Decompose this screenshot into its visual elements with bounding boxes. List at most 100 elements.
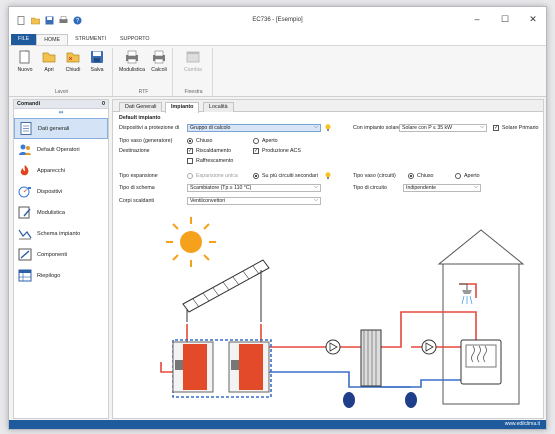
pump-2 <box>421 339 437 355</box>
group-label-finestra: Finestra <box>184 89 203 95</box>
apri-button[interactable]: Apri <box>37 50 61 73</box>
salva-button[interactable]: Salva <box>85 50 109 73</box>
close-icon[interactable]: ✕ <box>526 13 540 25</box>
maximize-icon[interactable]: ☐ <box>498 13 512 25</box>
solare-primario-label: Solare Primario <box>502 125 539 131</box>
component-icon <box>18 248 32 261</box>
nav-componenti[interactable]: Componenti <box>14 244 108 265</box>
expansion-vessel-2 <box>405 392 417 408</box>
pump-1 <box>325 339 341 355</box>
sun-icon <box>166 217 216 267</box>
group-lavori: Nuovo Apri Chiudi Salva Lavori <box>11 48 113 96</box>
nav-apparecchi[interactable]: Apparecchi <box>14 160 108 181</box>
solare-select[interactable]: Solare con P ≤ 35 kW <box>399 124 487 132</box>
tipo-schema-label: Tipo di schema <box>119 185 155 191</box>
nav-riepilogo[interactable]: Riepilogo <box>14 265 108 286</box>
minimize-icon[interactable]: – <box>470 13 484 25</box>
main-panel: Dati Generali Impianto Località Default … <box>112 99 544 419</box>
users-icon <box>18 143 32 156</box>
status-bar: www.edilclima.it <box>9 420 546 429</box>
window-title: EC736 - [Esempio] <box>252 17 303 23</box>
chiudi-button[interactable]: Chiudi <box>61 50 85 73</box>
con-impianto-solare-label: Con impianto solare <box>353 125 401 131</box>
chart-icon <box>18 227 32 240</box>
nav-dati-generali[interactable]: Dati generali <box>14 118 108 139</box>
windows-switch-icon <box>186 50 200 64</box>
tab-supporto[interactable]: SUPPORTO <box>113 34 157 45</box>
produzione-acs-checkbox[interactable]: ✓ <box>253 148 259 154</box>
boiler-2 <box>228 341 270 393</box>
cambia-button[interactable]: Cambia <box>181 50 205 73</box>
printer-icon <box>152 50 166 64</box>
nav-schema-impianto[interactable]: Schema impianto <box>14 223 108 244</box>
plant-schematic <box>160 217 525 408</box>
printer-icon <box>125 50 139 64</box>
vaso-circ-chiuso-radio[interactable] <box>408 173 414 179</box>
destinazione-label: Destinazione <box>119 148 150 154</box>
tipo-circuito-select[interactable]: Indipendente <box>403 184 481 192</box>
table-icon <box>18 269 32 282</box>
boiler-1 <box>172 341 214 393</box>
vaso-circ-aperto-radio[interactable] <box>455 173 461 179</box>
floppy-icon <box>90 50 104 64</box>
tipo-circuito-label: Tipo di circuito <box>353 185 387 191</box>
nuovo-button[interactable]: Nuovo <box>13 50 37 73</box>
impianto-form: Default impianto Dispositivi a protezion… <box>113 112 543 210</box>
nav-modulistica[interactable]: Modulistica <box>14 202 108 223</box>
tab-home[interactable]: HOME <box>36 34 69 45</box>
tipo-espansione-label: Tipo espansione <box>119 173 158 179</box>
su-piu-circuiti-label: Su più circuiti secondari <box>262 173 318 179</box>
pin-icon[interactable]: ⇹ <box>14 109 108 118</box>
vaso-gen-aperto-radio[interactable] <box>253 138 259 144</box>
modulistica-button[interactable]: Modulistica <box>119 50 145 73</box>
tab-strumenti[interactable]: STRUMENTI <box>68 34 113 45</box>
group-finestra: Cambia Finestra <box>175 48 213 96</box>
fan-coil-unit <box>460 339 502 385</box>
expansion-vessel-1 <box>343 392 355 408</box>
page-tabs: Dati Generali Impianto Località <box>113 100 543 113</box>
doc-icon <box>19 122 33 135</box>
tipo-vaso-generatore-label: Tipo vaso (generatore) <box>119 138 173 144</box>
solar-collector <box>182 259 270 322</box>
solare-primario-checkbox[interactable]: ✓ <box>493 125 499 131</box>
nav-default-operatori[interactable]: Default Operatori <box>14 139 108 160</box>
vaso-gen-aperto-label: Aperto <box>262 138 278 144</box>
espansione-unica-label: Espansione unica <box>196 173 238 179</box>
nav-dispositivi[interactable]: Dispositivi <box>14 181 108 202</box>
group-label-lavori: Lavori <box>54 89 69 95</box>
lightbulb-icon[interactable] <box>325 172 331 179</box>
ribbon: Nuovo Apri Chiudi Salva Lavori Modulisti… <box>9 45 546 97</box>
tab-file[interactable]: FILE <box>11 34 37 45</box>
tab-localita[interactable]: Località <box>203 102 234 112</box>
tipo-schema-select[interactable]: Scambiatore (Tp ≥ 110 °C) <box>187 184 321 192</box>
heat-exchanger <box>360 329 382 387</box>
gauge-icon <box>18 185 32 198</box>
vaso-gen-chiuso-radio[interactable] <box>187 138 193 144</box>
espansione-unica-radio[interactable] <box>187 173 193 179</box>
group-label-rtf: RTF <box>138 89 149 95</box>
vaso-circ-aperto-label: Aperto <box>464 173 480 179</box>
tab-dati-generali[interactable]: Dati Generali <box>119 102 163 112</box>
lightbulb-icon[interactable] <box>325 124 331 131</box>
corpi-scaldanti-select[interactable]: Ventilconvettori <box>187 197 321 205</box>
title-bar: ? EC736 - [Esempio] – ☐ ✕ <box>9 7 546 33</box>
raffrescamento-label: Raffrescamento <box>196 158 234 164</box>
produzione-acs-label: Produzione ACS <box>262 148 301 154</box>
app-window: ? EC736 - [Esempio] – ☐ ✕ FILE HOME STRU… <box>8 6 547 430</box>
folder-close-icon <box>66 50 80 64</box>
new-document-icon <box>18 50 32 64</box>
corpi-scaldanti-label: Corpi scaldanti <box>119 198 155 204</box>
riscaldamento-checkbox[interactable]: ✓ <box>187 148 193 154</box>
su-piu-circuiti-radio[interactable] <box>253 173 259 179</box>
raffrescamento-checkbox[interactable] <box>187 158 193 164</box>
section-title: Default impianto <box>119 115 161 121</box>
flame-icon <box>18 164 32 177</box>
commands-panel: Comandi 0 ⇹ Dati generali Default Operat… <box>13 99 109 419</box>
commands-header: Comandi 0 <box>14 100 108 109</box>
dispositivi-select[interactable]: Gruppo di calcolo <box>187 124 321 132</box>
window-controls: – ☐ ✕ <box>470 13 540 25</box>
calcoli-button[interactable]: Calcoli <box>147 50 171 73</box>
form-icon <box>18 206 32 219</box>
vaso-gen-chiuso-label: Chiuso <box>196 138 213 144</box>
dispositivi-label: Dispositivi a protezione di <box>119 125 180 131</box>
